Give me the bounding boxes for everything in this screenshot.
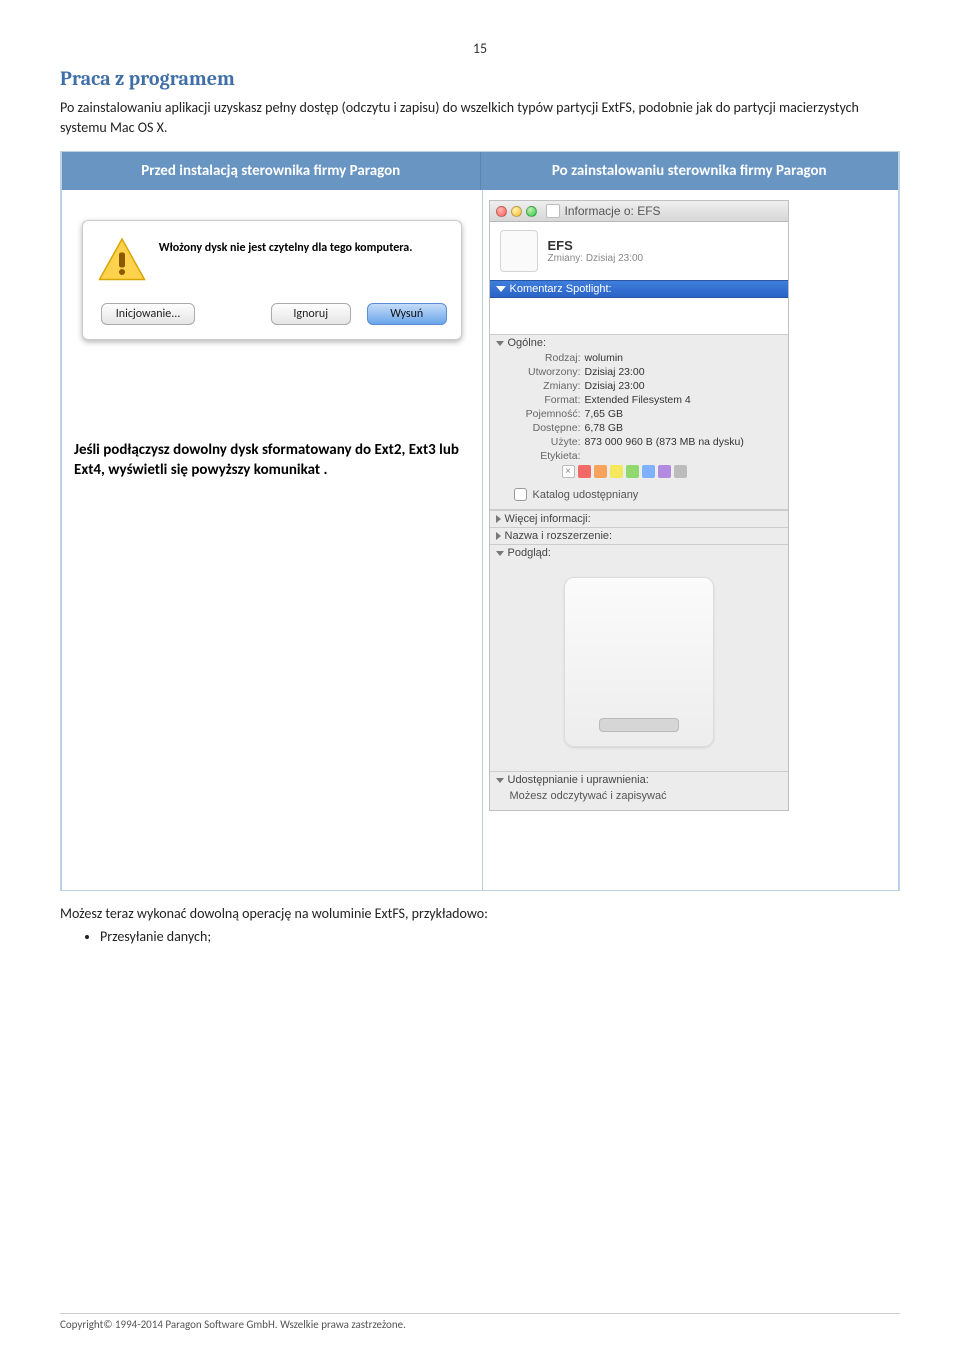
disclosure-down-icon [496, 778, 504, 783]
cell-after: Informacje o: EFS EFS Zmiany: Dzisiaj 23… [483, 190, 899, 890]
initialize-button[interactable]: Inicjowanie... [101, 303, 196, 325]
kind-label: Rodzaj: [490, 352, 585, 364]
preview-section-header[interactable]: Podgląd: [490, 544, 788, 561]
volume-modified: Zmiany: Dzisiaj 23:00 [548, 253, 644, 264]
spotlight-label: Komentarz Spotlight: [510, 283, 612, 295]
label-blue-icon[interactable] [642, 465, 655, 478]
volume-info-window: Informacje o: EFS EFS Zmiany: Dzisiaj 23… [489, 200, 789, 811]
used-value: 873 000 960 B (873 MB na dysku) [585, 436, 744, 448]
list-item: Przesyłanie danych; [100, 928, 900, 945]
label-green-icon[interactable] [626, 465, 639, 478]
page-number: 15 [60, 40, 900, 57]
window-title: Informacje o: EFS [565, 204, 661, 218]
shared-folder-label: Katalog udostępniany [533, 489, 639, 501]
copyright-footer: Copyright© 1994-2014 Paragon Software Gm… [60, 1313, 900, 1331]
spotlight-section-header[interactable]: Komentarz Spotlight: [490, 280, 788, 298]
available-value: 6,78 GB [585, 422, 624, 434]
ignore-button[interactable]: Ignoruj [271, 303, 351, 325]
volume-icon [500, 230, 538, 272]
format-value: Extended Filesystem 4 [585, 394, 691, 406]
label-red-icon[interactable] [578, 465, 591, 478]
label-label: Etykieta: [490, 450, 585, 462]
name-extension-label: Nazwa i rozszerzenie: [505, 530, 613, 542]
section-heading: Praca z programem [60, 67, 900, 90]
name-extension-section-header[interactable]: Nazwa i rozszerzenie: [490, 527, 788, 544]
kind-value: wolumin [585, 352, 624, 364]
label-gray-icon[interactable] [674, 465, 687, 478]
capacity-label: Pojemność: [490, 408, 585, 420]
label-none-icon[interactable]: × [562, 465, 575, 478]
intro-paragraph: Po zainstalowaniu aplikacji uzyskasz peł… [60, 98, 900, 137]
eject-button[interactable]: Wysuń [367, 303, 447, 325]
available-label: Dostępne: [490, 422, 585, 434]
sharing-permissions-label: Udostępnianie i uprawnienia: [508, 774, 649, 786]
disclosure-down-icon [496, 551, 504, 556]
warning-icon [97, 235, 147, 285]
disclosure-right-icon [496, 515, 501, 523]
bullet-list: Przesyłanie danych; [60, 928, 900, 945]
permissions-text: Możesz odczytywać i zapisywać [490, 788, 788, 810]
close-icon[interactable] [496, 206, 507, 217]
created-label: Utworzony: [490, 366, 585, 378]
capacity-value: 7,65 GB [585, 408, 624, 420]
dialog-message: Włożony dysk nie jest czytelny dla tego … [159, 235, 413, 255]
used-label: Użyte: [490, 436, 585, 448]
disclosure-down-icon [496, 341, 504, 346]
volume-titlebar-icon [546, 204, 560, 218]
general-section-header[interactable]: Ogólne: [490, 334, 788, 351]
left-caption: Jeśli podłączysz dowolny dysk sformatowa… [70, 440, 474, 481]
spotlight-comment-field[interactable] [490, 298, 788, 334]
after-text: Możesz teraz wykonać dowolną operację na… [60, 905, 900, 922]
table-header-after: Po zainstalowaniu sterownika firmy Parag… [481, 152, 899, 190]
finder-label-colors[interactable]: × [490, 463, 788, 484]
disclosure-down-icon [496, 286, 506, 292]
label-orange-icon[interactable] [594, 465, 607, 478]
unreadable-disk-dialog: Włożony dysk nie jest czytelny dla tego … [82, 220, 462, 340]
sharing-permissions-section-header[interactable]: Udostępnianie i uprawnienia: [490, 771, 788, 788]
label-yellow-icon[interactable] [610, 465, 623, 478]
shared-folder-checkbox[interactable] [514, 488, 527, 501]
general-label: Ogólne: [508, 337, 547, 349]
table-header-row: Przed instalacją sterownika firmy Parago… [62, 152, 898, 190]
preview-area [490, 561, 788, 771]
zoom-icon[interactable] [526, 206, 537, 217]
modified-value: Dzisiaj 23:00 [585, 380, 645, 392]
disclosure-right-icon [496, 532, 501, 540]
format-label: Format: [490, 394, 585, 406]
label-purple-icon[interactable] [658, 465, 671, 478]
cell-before: Włożony dysk nie jest czytelny dla tego … [62, 190, 483, 890]
window-titlebar: Informacje o: EFS [490, 201, 788, 222]
drive-preview-icon [564, 577, 714, 747]
table-header-before: Przed instalacją sterownika firmy Parago… [62, 152, 481, 190]
more-info-section-header[interactable]: Więcej informacji: [490, 510, 788, 527]
modified-label: Zmiany: [490, 380, 585, 392]
created-value: Dzisiaj 23:00 [585, 366, 645, 378]
comparison-table: Przed instalacją sterownika firmy Parago… [60, 151, 900, 891]
preview-label: Podgląd: [508, 547, 551, 559]
more-info-label: Więcej informacji: [505, 513, 591, 525]
minimize-icon[interactable] [511, 206, 522, 217]
volume-name: EFS [548, 238, 644, 253]
